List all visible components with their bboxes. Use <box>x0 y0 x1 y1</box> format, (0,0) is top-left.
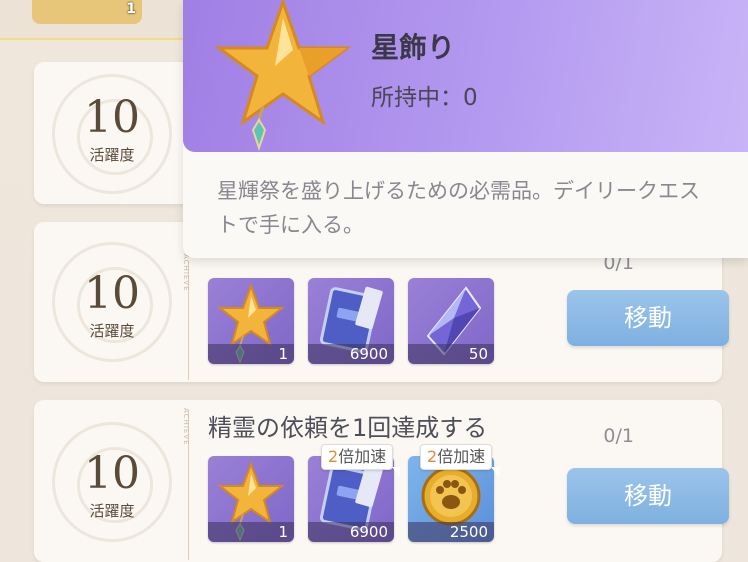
speed-multiplier: 2 <box>328 447 339 466</box>
reward-slot[interactable]: 1 <box>208 456 294 542</box>
reward-slot[interactable]: 1 <box>208 278 294 364</box>
reward-count: 1 <box>208 522 294 542</box>
speed-multiplier: 2 <box>427 447 438 466</box>
activity-points-label: 活躍度 <box>89 146 135 164</box>
reward-slot[interactable]: 6900 <box>308 278 394 364</box>
reward-count: 1 <box>208 344 294 364</box>
top-reward-count: 1 <box>126 1 136 17</box>
speed-label: 倍加速 <box>437 447 486 466</box>
reward-count: 6900 <box>308 344 394 364</box>
activity-points: 10 活躍度 <box>34 400 190 562</box>
task-card-3: 10 活躍度 ACHIEVE 精霊の依頼を1回達成する 0/1 1 6900 2… <box>34 400 729 562</box>
move-button[interactable]: 移動 <box>567 290 729 346</box>
top-reward-item[interactable]: 1 <box>32 0 142 24</box>
vertical-deco-text: ACHIEVE <box>182 408 190 446</box>
star-ornament-icon <box>214 0 352 152</box>
item-tooltip: 星飾り 所持中：0 星輝祭を盛り上げるための必需品。デイリークエストで手に入る。 <box>183 0 748 258</box>
activity-points-label: 活躍度 <box>89 322 135 340</box>
activity-points-value: 10 <box>84 92 140 143</box>
reward-slot[interactable]: 50 <box>408 278 494 364</box>
reward-count: 6900 <box>308 522 394 542</box>
speed-badge: 2倍加速 <box>321 444 401 477</box>
tooltip-header: 星飾り 所持中：0 <box>183 0 748 152</box>
speed-label: 倍加速 <box>338 447 387 466</box>
tooltip-owned-count: 所持中：0 <box>371 85 478 111</box>
tooltip-description: 星輝祭を盛り上げるための必需品。デイリークエストで手に入る。 <box>217 179 700 237</box>
activity-points-value: 10 <box>84 448 140 499</box>
move-button[interactable]: 移動 <box>567 468 729 524</box>
activity-points-value: 10 <box>84 268 140 319</box>
activity-points: 10 活躍度 <box>34 62 190 204</box>
tooltip-title: 星飾り <box>371 31 456 64</box>
reward-count: 2500 <box>408 522 494 542</box>
activity-points-label: 活躍度 <box>89 502 135 520</box>
task-title: 精霊の依頼を1回達成する <box>208 414 488 442</box>
vertical-deco-text: ACHIEVE <box>182 254 190 292</box>
activity-points: 10 活躍度 <box>34 222 190 382</box>
speed-badge: 2倍加速 <box>420 444 500 477</box>
reward-count: 50 <box>408 344 494 364</box>
task-progress: 0/1 <box>603 425 634 447</box>
